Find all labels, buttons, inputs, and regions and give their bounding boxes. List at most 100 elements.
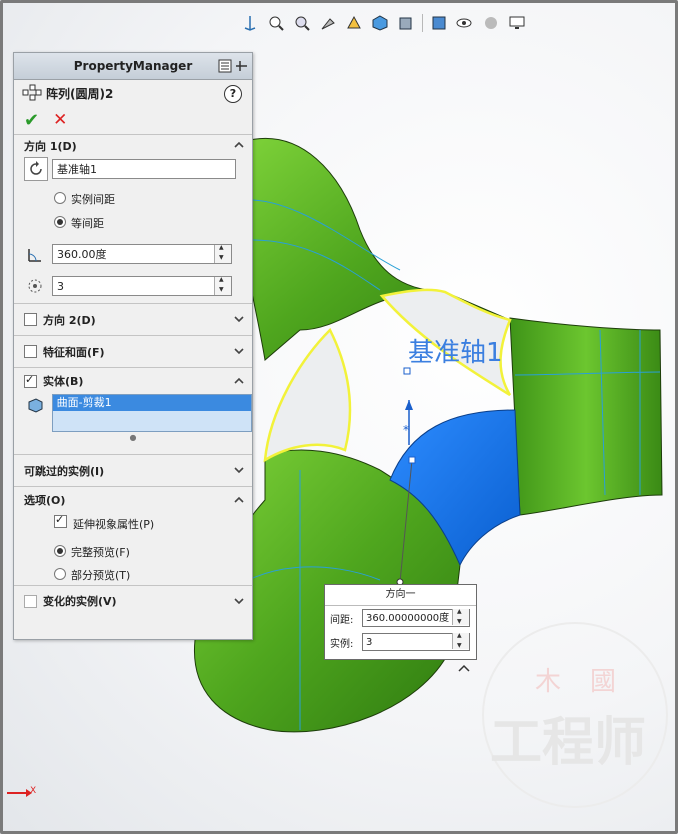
radio-equal-spacing[interactable] bbox=[54, 216, 66, 228]
chevron-down-icon[interactable] bbox=[234, 346, 244, 356]
partial-preview-option[interactable]: 部分预览(T) bbox=[14, 567, 252, 583]
pm-title: PropertyManager bbox=[73, 59, 193, 73]
angle-spinner[interactable] bbox=[214, 244, 231, 263]
equal-spacing-label: 等间距 bbox=[71, 217, 104, 230]
callout-instances-label: 实例: bbox=[330, 638, 354, 650]
callout-instances-row: 实例: 3 bbox=[325, 630, 476, 654]
options-header[interactable]: 选项(O) bbox=[14, 487, 252, 513]
angle-field[interactable]: 360.00度 bbox=[52, 244, 232, 264]
svg-text:木: 木 bbox=[535, 667, 561, 697]
features-faces-group: 特征和面(F) bbox=[14, 335, 252, 367]
full-preview-label: 完整预览(F) bbox=[71, 546, 130, 559]
edit-appearance-icon[interactable] bbox=[453, 12, 477, 34]
skip-instances-header[interactable]: 可跳过的实例(I) bbox=[14, 455, 252, 486]
direction-callout: 方向一 间距: 360.00000000度 实例: 3 bbox=[324, 584, 477, 660]
zoom-to-fit-icon[interactable] bbox=[264, 12, 288, 34]
help-button[interactable]: ? bbox=[224, 85, 242, 103]
chevron-down-icon[interactable] bbox=[234, 314, 244, 324]
features-faces-checkbox[interactable] bbox=[24, 345, 37, 358]
watermark: 木 國 工程师 bbox=[480, 620, 670, 813]
angle-icon bbox=[24, 243, 46, 265]
propagate-visual-option[interactable]: 延伸视象属性(P) bbox=[14, 513, 252, 532]
pm-title-bar: PropertyManager bbox=[14, 53, 252, 80]
chevron-up-icon[interactable] bbox=[234, 376, 244, 386]
varied-instances-group: 变化的实例(V) bbox=[14, 585, 252, 616]
full-preview-option[interactable]: 完整预览(F) bbox=[14, 544, 252, 560]
features-faces-label: 特征和面(F) bbox=[43, 345, 105, 359]
propagate-visual-checkbox[interactable] bbox=[54, 513, 67, 528]
bodies-header[interactable]: 实体(B) bbox=[14, 368, 252, 394]
cancel-button[interactable]: ✕ bbox=[53, 110, 67, 130]
partial-preview-label: 部分预览(T) bbox=[71, 569, 131, 582]
direction2-label: 方向 2(D) bbox=[43, 313, 96, 327]
pin-icon[interactable] bbox=[218, 58, 248, 74]
radio-instance-spacing[interactable] bbox=[54, 192, 66, 204]
direction2-group: 方向 2(D) bbox=[14, 303, 252, 335]
feature-name: 阵列(圆周)2 bbox=[46, 86, 114, 101]
bodies-select-icon bbox=[24, 394, 46, 416]
callout-spacing-label: 间距: bbox=[330, 614, 354, 626]
callout-title: 方向一 bbox=[325, 585, 476, 606]
pm-feature-header: 阵列(圆周)2 ? bbox=[14, 80, 252, 106]
instance-spacing-label: 实例间距 bbox=[71, 193, 115, 206]
propagate-visual-label: 延伸视象属性(P) bbox=[73, 518, 155, 531]
axis-label: 基准轴1 bbox=[408, 338, 503, 368]
features-faces-header[interactable]: 特征和面(F) bbox=[14, 336, 252, 367]
callout-spacing-spinner[interactable] bbox=[452, 608, 469, 625]
options-label: 选项(O) bbox=[24, 494, 66, 507]
apply-scene-icon[interactable] bbox=[479, 12, 503, 34]
reference-triad: X bbox=[6, 786, 36, 803]
watermark-seal: 木 國 工程师 bbox=[482, 622, 668, 808]
chevron-down-icon[interactable] bbox=[234, 465, 244, 475]
bodies-list-item[interactable]: 曲面-剪裁1 bbox=[52, 395, 251, 411]
ok-cancel-bar: ✔ ✕ bbox=[14, 106, 252, 134]
instances-field[interactable]: 3 bbox=[52, 276, 232, 296]
radio-partial-preview[interactable] bbox=[54, 568, 66, 580]
circular-pattern-icon bbox=[22, 84, 42, 101]
zoom-area-icon[interactable] bbox=[290, 12, 314, 34]
option-equal-spacing[interactable]: 等间距 bbox=[14, 215, 252, 231]
bodies-list[interactable]: 曲面-剪裁1 bbox=[51, 394, 252, 432]
view-normal-icon[interactable] bbox=[238, 12, 262, 34]
bodies-group: 实体(B) 曲面-剪裁1 ● bbox=[14, 367, 252, 454]
view-orientation-icon[interactable] bbox=[368, 12, 392, 34]
previous-view-icon[interactable] bbox=[316, 12, 340, 34]
resize-handle[interactable]: ● bbox=[14, 433, 252, 442]
direction2-header[interactable]: 方向 2(D) bbox=[14, 304, 252, 335]
reverse-direction-icon[interactable] bbox=[24, 157, 48, 181]
callout-spacing-row: 间距: 360.00000000度 bbox=[325, 606, 476, 630]
callout-collapse-icon[interactable] bbox=[458, 663, 470, 673]
options-group: 选项(O) 延伸视象属性(P) 完整预览(F) 部分预览(T) bbox=[14, 486, 252, 585]
right-arm-surface bbox=[509, 317, 663, 516]
chevron-up-icon[interactable] bbox=[234, 495, 244, 505]
direction1-label: 方向 1(D) bbox=[24, 140, 77, 153]
skip-instances-label: 可跳过的实例(I) bbox=[24, 464, 105, 478]
axis-field[interactable]: 基准轴1 bbox=[52, 159, 236, 179]
instances-icon bbox=[24, 275, 46, 297]
graphics-area[interactable]: * 基准轴1 PropertyManager 阵列(圆周)2 ? ✔ ✕ 方向 … bbox=[0, 0, 678, 834]
option-instance-spacing[interactable]: 实例间距 bbox=[14, 191, 252, 207]
bodies-checkbox[interactable] bbox=[24, 373, 37, 388]
direction2-checkbox[interactable] bbox=[24, 313, 37, 326]
skip-instances-group: 可跳过的实例(I) bbox=[14, 454, 252, 486]
display-style-icon[interactable] bbox=[394, 12, 418, 34]
svg-text:*: * bbox=[403, 423, 409, 437]
heads-up-toolbar bbox=[238, 12, 529, 34]
view-settings-icon[interactable] bbox=[505, 12, 529, 34]
varied-instances-checkbox[interactable] bbox=[24, 594, 37, 608]
chevron-down-icon[interactable] bbox=[234, 596, 244, 606]
ok-button[interactable]: ✔ bbox=[24, 110, 39, 131]
direction1-group: 方向 1(D) 基准轴1 实例间距 等间距 360.00度 3 bbox=[14, 134, 252, 303]
callout-instances-spinner[interactable] bbox=[452, 632, 469, 649]
chevron-up-icon[interactable] bbox=[234, 140, 244, 150]
svg-text:工程师: 工程师 bbox=[490, 712, 646, 773]
bodies-label: 实体(B) bbox=[43, 375, 84, 388]
varied-instances-label: 变化的实例(V) bbox=[43, 595, 117, 608]
direction1-header[interactable]: 方向 1(D) bbox=[14, 135, 252, 157]
varied-instances-header[interactable]: 变化的实例(V) bbox=[14, 586, 252, 616]
property-manager: PropertyManager 阵列(圆周)2 ? ✔ ✕ 方向 1(D) 基准… bbox=[13, 52, 253, 640]
hide-show-icon[interactable] bbox=[427, 12, 451, 34]
instances-spinner[interactable] bbox=[214, 276, 231, 295]
section-view-icon[interactable] bbox=[342, 12, 366, 34]
radio-full-preview[interactable] bbox=[54, 545, 66, 557]
